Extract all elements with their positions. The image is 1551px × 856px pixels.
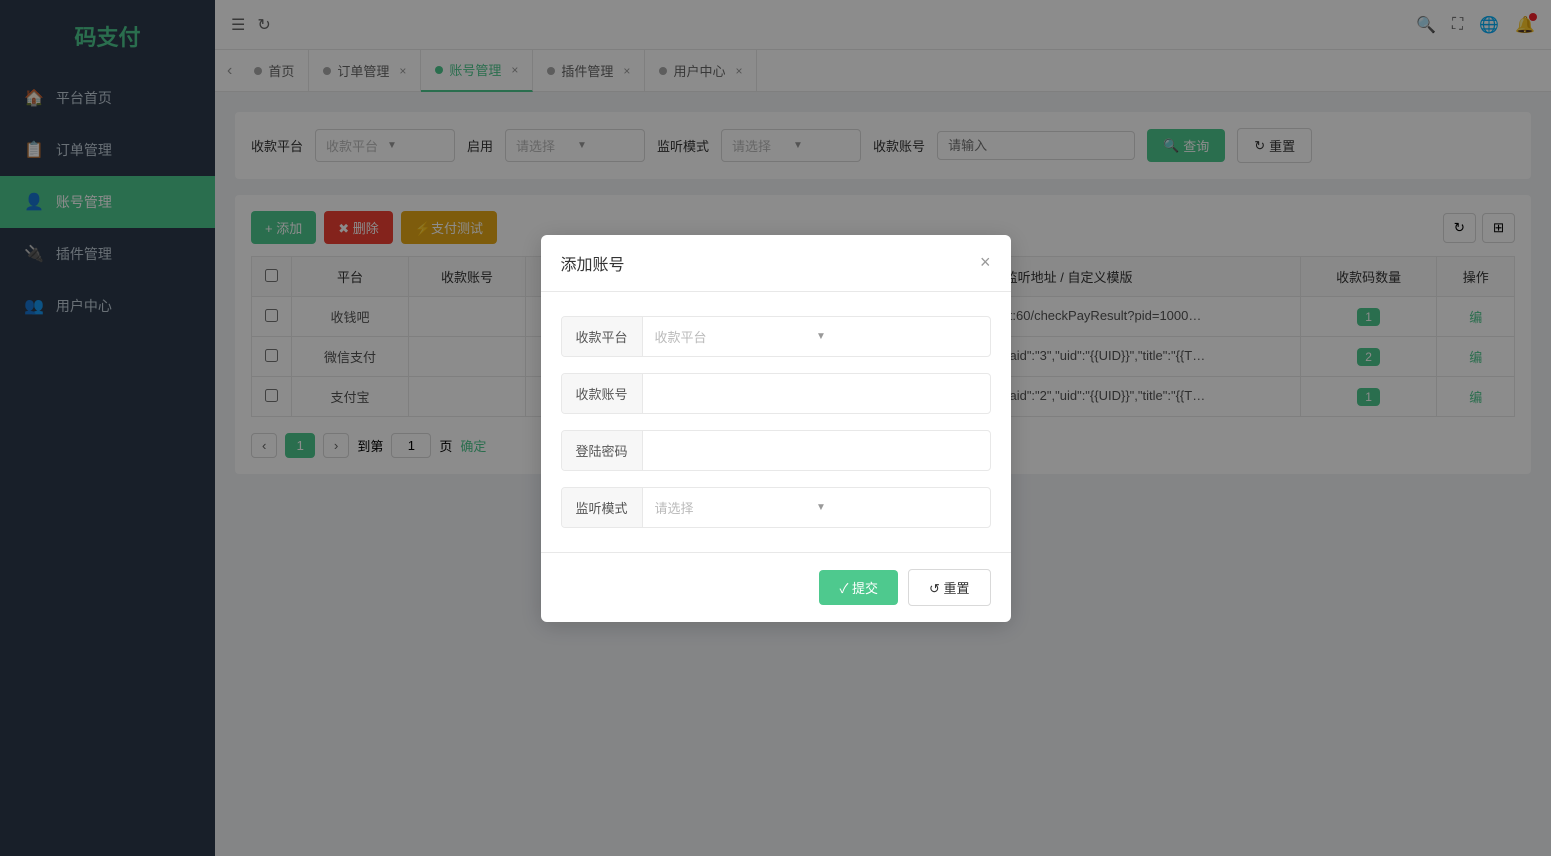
modal-reset-button[interactable]: ↺ 重置 <box>908 569 991 606</box>
listen-form-arrow: ▼ <box>816 502 978 513</box>
modal-overlay: 添加账号 × 收款平台 收款平台 ▼ 收款账号 登陆密码 <box>215 0 1551 856</box>
add-account-modal: 添加账号 × 收款平台 收款平台 ▼ 收款账号 登陆密码 <box>541 235 1011 622</box>
modal-footer: ✓ 提交 ↺ 重置 <box>541 552 1011 622</box>
password-form-row: 登陆密码 <box>561 430 991 471</box>
password-form-input[interactable] <box>643 433 990 468</box>
listen-form-select[interactable]: 请选择 ▼ <box>643 488 990 527</box>
modal-close-button[interactable]: × <box>980 252 991 273</box>
modal-submit-button[interactable]: ✓ 提交 <box>819 570 898 605</box>
platform-form-value: 收款平台 <box>655 327 817 346</box>
listen-form-value: 请选择 <box>655 498 817 517</box>
main-content: ☰ ↻ 🔍 ⛶ 🌐 🔔 ‹ 首页 订单管理 × 账号管理 × <box>215 0 1551 856</box>
password-form-label: 登陆密码 <box>562 431 643 470</box>
modal-body: 收款平台 收款平台 ▼ 收款账号 登陆密码 监听模式 <box>541 292 1011 552</box>
modal-header: 添加账号 × <box>541 235 1011 292</box>
platform-form-arrow: ▼ <box>816 331 978 342</box>
platform-form-label: 收款平台 <box>562 317 643 356</box>
account-form-row: 收款账号 <box>561 373 991 414</box>
platform-form-select[interactable]: 收款平台 ▼ <box>643 317 990 356</box>
listen-form-label: 监听模式 <box>562 488 643 527</box>
listen-form-row: 监听模式 请选择 ▼ <box>561 487 991 528</box>
account-form-input[interactable] <box>643 376 990 411</box>
platform-form-row: 收款平台 收款平台 ▼ <box>561 316 991 357</box>
modal-title: 添加账号 <box>561 251 625 275</box>
account-form-label: 收款账号 <box>562 374 643 413</box>
